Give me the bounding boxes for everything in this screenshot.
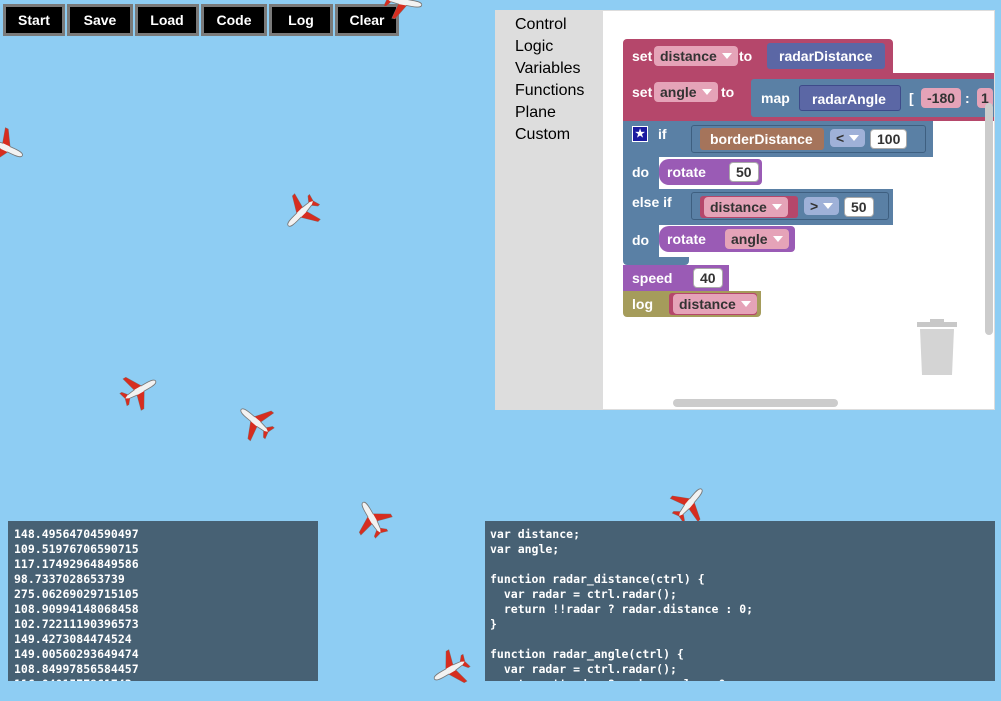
radar-angle-block[interactable]: radarAngle (799, 85, 901, 111)
code-button[interactable]: Code (201, 4, 267, 36)
speed-block[interactable]: speed 40 (623, 265, 729, 291)
variable-dropdown-distance[interactable]: distance (673, 294, 757, 314)
trash-icon[interactable] (916, 319, 958, 377)
start-button[interactable]: Start (3, 4, 65, 36)
number-field-50[interactable]: 50 (729, 162, 759, 182)
do-keyword: do (632, 232, 650, 248)
chevron-down-icon (721, 53, 732, 59)
code-console[interactable]: var distance; var angle; function radar_… (485, 521, 995, 681)
variable-dropdown-distance[interactable]: distance (654, 46, 738, 66)
do-keyword: do (632, 164, 650, 180)
radar-distance-label: radarDistance (779, 48, 873, 64)
log-line: 149.00560293649474 (14, 647, 139, 661)
toolbox-category-custom[interactable]: Custom (515, 126, 570, 144)
chevron-down-icon (740, 301, 751, 307)
map-min-field[interactable]: -180 (921, 88, 962, 108)
operator-dropdown-gt[interactable]: > (804, 197, 840, 215)
toolbox-category-functions[interactable]: Functions (515, 82, 584, 100)
radar-distance-block[interactable]: radarDistance (767, 43, 885, 69)
log-lines: 148.49564704590497 109.51976706590715 117.… (14, 527, 318, 681)
toolbox-category-control[interactable]: Control (515, 16, 567, 34)
number-field-40[interactable]: 40 (693, 268, 723, 288)
speed-keyword: speed (632, 270, 673, 286)
log-line: 98.7337028653739 (14, 572, 125, 586)
colon-separator: : (965, 90, 970, 106)
operator-dropdown-lt[interactable]: < (830, 129, 866, 147)
vertical-scrollbar[interactable] (985, 103, 993, 335)
if-do-arm: do (623, 157, 659, 189)
log-console[interactable]: 148.49564704590497 109.51976706590715 117.… (8, 521, 318, 681)
set-distance-block[interactable]: set distance to radarDistance (623, 39, 893, 73)
variable-dropdown-angle[interactable]: angle (654, 82, 718, 102)
number-field-50[interactable]: 50 (844, 197, 874, 217)
plane-sprite (381, 0, 426, 24)
toolbox-category-plane[interactable]: Plane (515, 104, 556, 122)
save-button[interactable]: Save (67, 4, 133, 36)
log-line: 108.90994148068458 (14, 602, 139, 616)
load-button[interactable]: Load (135, 4, 199, 36)
plane-sprite (114, 364, 166, 416)
log-block[interactable]: log distance (623, 291, 761, 317)
variable-dropdown-distance[interactable]: distance (704, 197, 788, 217)
generated-code: var distance; var angle; function radar_… (490, 527, 754, 681)
variable-dropdown-angle[interactable]: angle (725, 229, 789, 249)
toolbar: Start Save Load Code Log Clear (3, 4, 399, 36)
bracket-open: [ (909, 90, 914, 106)
log-button[interactable]: Log (269, 4, 333, 36)
log-line: 149.4273084474524 (14, 632, 132, 646)
if-block-bottom (623, 257, 689, 265)
toolbox-category-variables[interactable]: Variables (515, 60, 581, 78)
plane-sprite (275, 186, 328, 239)
number-field-100[interactable]: 100 (870, 129, 908, 149)
distance-variable-block[interactable]: distance (700, 196, 798, 218)
log-line: 117.17492964849586 (14, 557, 139, 571)
chevron-down-icon (771, 204, 782, 210)
border-distance-block[interactable]: borderDistance (700, 128, 824, 150)
to-keyword: to (721, 84, 735, 100)
else-if-do-arm: do (623, 225, 659, 257)
chevron-down-icon (772, 236, 783, 242)
compare-block-gt[interactable]: distance > 50 (691, 192, 889, 220)
map-block[interactable]: map radarAngle [ -180 : 1 (751, 79, 994, 117)
set-keyword: set (632, 84, 653, 100)
chevron-down-icon (823, 203, 834, 209)
log-line: 109.51976706590715 (14, 542, 139, 556)
plane-sprite (346, 492, 398, 544)
rotate-keyword: rotate (667, 164, 706, 180)
toolbox: Control Logic Variables Functions Plane … (496, 11, 603, 409)
blockly-workspace[interactable]: Control Logic Variables Functions Plane … (495, 10, 995, 410)
log-line: 108.84997856584457 (14, 662, 139, 676)
star-mutator-icon[interactable]: ★ (632, 126, 648, 142)
chevron-down-icon (701, 89, 712, 95)
plane-sprite (424, 644, 476, 696)
log-line: 148.49564704590497 (14, 527, 139, 541)
set-keyword: set (632, 48, 653, 64)
plane-sprite (663, 477, 716, 530)
to-keyword: to (739, 48, 753, 64)
rotate-block-50[interactable]: rotate 50 (659, 159, 762, 185)
set-angle-block[interactable]: set angle to map radarAngle [ -180 : 1 (623, 73, 994, 121)
else-if-keyword: else if (632, 194, 672, 210)
log-line: 275.06269029715105 (14, 587, 139, 601)
plane-sprite (229, 395, 282, 448)
else-if-row[interactable]: else if distance > 50 (623, 189, 893, 225)
if-keyword: if (658, 126, 667, 142)
rotate-block-angle[interactable]: rotate angle (659, 226, 795, 252)
radar-angle-label: radarAngle (812, 91, 886, 107)
map-keyword: map (761, 90, 790, 106)
compare-block[interactable]: borderDistance < 100 (691, 125, 926, 153)
log-line: 116.0401577961743 (14, 677, 318, 681)
log-keyword: log (632, 296, 653, 312)
rotate-keyword: rotate (667, 231, 706, 247)
log-line: 102.72211190396573 (14, 617, 139, 631)
distance-variable-block[interactable]: distance (669, 293, 757, 315)
border-distance-label: borderDistance (710, 131, 813, 147)
horizontal-scrollbar[interactable] (673, 399, 838, 407)
if-block[interactable]: ★ if borderDistance < 100 (623, 121, 933, 157)
plane-sprite (0, 123, 31, 173)
chevron-down-icon (849, 135, 860, 141)
toolbox-category-logic[interactable]: Logic (515, 38, 553, 56)
